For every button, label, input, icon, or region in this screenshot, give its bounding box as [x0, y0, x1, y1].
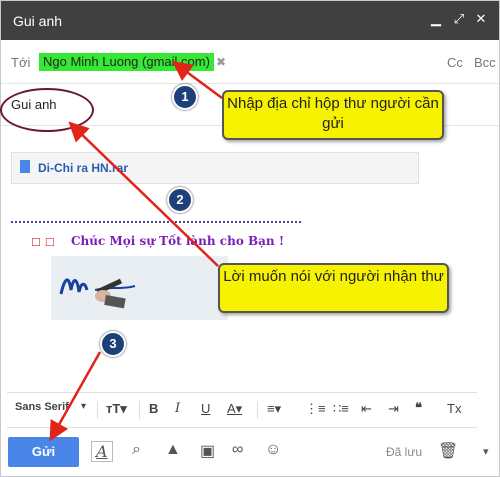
- callout-message: Lời muốn nói với người nhận thư: [218, 263, 449, 313]
- arrow-to-subject: [68, 121, 219, 267]
- annotation-arrows: [49, 61, 223, 442]
- step-badge-2: 2: [167, 187, 193, 213]
- callout-address: Nhập địa chỉ hộp thư người cần gửi: [222, 90, 444, 140]
- step-badge-1: 1: [172, 84, 198, 110]
- step-badge-3: 3: [100, 331, 126, 357]
- arrow-to-send: [49, 351, 102, 442]
